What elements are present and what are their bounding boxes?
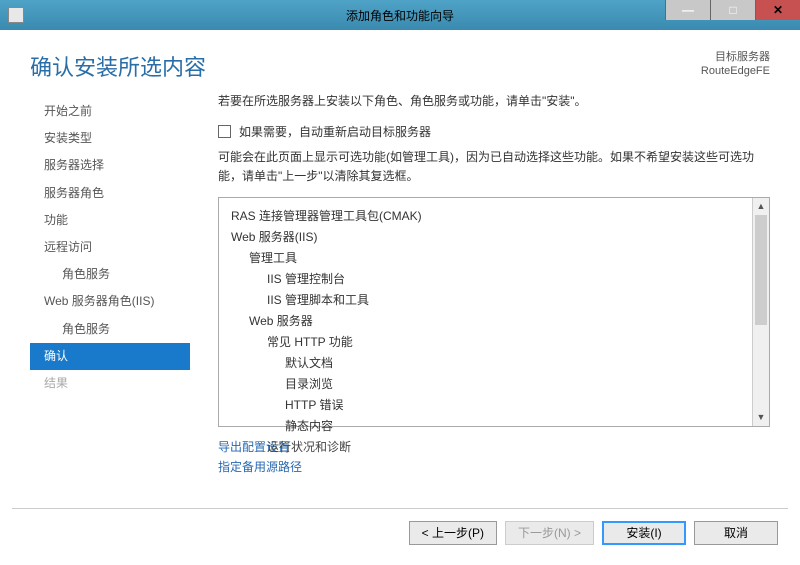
restart-checkbox[interactable] xyxy=(218,125,231,138)
feature-item: 默认文档 xyxy=(285,353,749,374)
sidebar-item[interactable]: 远程访问 xyxy=(30,234,190,261)
sidebar-item[interactable]: 确认 xyxy=(30,343,190,370)
window-title: 添加角色和功能向导 xyxy=(346,7,454,24)
server-name: RouteEdgeFE xyxy=(701,64,770,78)
scroll-up-icon[interactable]: ▲ xyxy=(753,198,769,215)
footer: < 上一步(P) 下一步(N) > 安装(I) 取消 xyxy=(12,508,788,556)
feature-item: 运行状况和诊断 xyxy=(267,437,749,458)
next-button: 下一步(N) > xyxy=(505,521,594,545)
sidebar-item[interactable]: 服务器选择 xyxy=(30,152,190,179)
window-controls: — □ ✕ xyxy=(665,0,800,30)
sidebar: 开始之前安装类型服务器选择服务器角色功能远程访问角色服务Web 服务器角色(II… xyxy=(30,92,190,502)
restart-checkbox-row[interactable]: 如果需要，自动重新启动目标服务器 xyxy=(218,123,770,140)
main-area: 开始之前安装类型服务器选择服务器角色功能远程访问角色服务Web 服务器角色(II… xyxy=(0,92,800,502)
feature-list: RAS 连接管理器管理工具包(CMAK)Web 服务器(IIS)管理工具IIS … xyxy=(219,198,769,466)
sidebar-item[interactable]: 服务器角色 xyxy=(30,180,190,207)
scroll-thumb[interactable] xyxy=(755,215,767,325)
header: 确认安装所选内容 目标服务器 RouteEdgeFE xyxy=(0,30,800,92)
scroll-track[interactable] xyxy=(753,215,769,409)
cancel-button[interactable]: 取消 xyxy=(694,521,778,545)
sidebar-item: 结果 xyxy=(30,370,190,397)
server-label: 目标服务器 xyxy=(701,50,770,64)
feature-item: 静态内容 xyxy=(285,416,749,437)
sidebar-item[interactable]: 角色服务 xyxy=(30,316,190,343)
feature-list-box: RAS 连接管理器管理工具包(CMAK)Web 服务器(IIS)管理工具IIS … xyxy=(218,197,770,427)
sidebar-item[interactable]: 开始之前 xyxy=(30,98,190,125)
server-info: 目标服务器 RouteEdgeFE xyxy=(701,50,770,79)
app-icon xyxy=(8,7,24,23)
content: 若要在所选服务器上安装以下角色、角色服务或功能，请单击"安装"。 如果需要，自动… xyxy=(190,92,790,502)
feature-item: HTTP 错误 xyxy=(285,395,749,416)
restart-checkbox-label: 如果需要，自动重新启动目标服务器 xyxy=(239,123,431,140)
sidebar-item[interactable]: 功能 xyxy=(30,207,190,234)
minimize-button[interactable]: — xyxy=(665,0,710,20)
prev-button[interactable]: < 上一步(P) xyxy=(409,521,497,545)
page-title: 确认安装所选内容 xyxy=(30,50,206,82)
feature-item: Web 服务器(IIS) xyxy=(231,227,749,248)
sidebar-item[interactable]: 安装类型 xyxy=(30,125,190,152)
feature-item: 常见 HTTP 功能 xyxy=(267,332,749,353)
install-button[interactable]: 安装(I) xyxy=(602,521,686,545)
feature-item: 目录浏览 xyxy=(285,374,749,395)
scroll-down-icon[interactable]: ▼ xyxy=(753,409,769,426)
instruction-1: 若要在所选服务器上安装以下角色、角色服务或功能，请单击"安装"。 xyxy=(218,92,770,111)
scrollbar[interactable]: ▲ ▼ xyxy=(752,198,769,426)
feature-item: IIS 管理脚本和工具 xyxy=(267,290,749,311)
sidebar-item[interactable]: 角色服务 xyxy=(30,261,190,288)
feature-item: IIS 管理控制台 xyxy=(267,269,749,290)
feature-item: 管理工具 xyxy=(249,248,749,269)
close-button[interactable]: ✕ xyxy=(755,0,800,20)
instruction-2: 可能会在此页面上显示可选功能(如管理工具)，因为已自动选择这些功能。如果不希望安… xyxy=(218,148,770,186)
maximize-button[interactable]: □ xyxy=(710,0,755,20)
feature-item: RAS 连接管理器管理工具包(CMAK) xyxy=(231,206,749,227)
sidebar-item[interactable]: Web 服务器角色(IIS) xyxy=(30,288,190,315)
feature-item: Web 服务器 xyxy=(249,311,749,332)
titlebar: 添加角色和功能向导 — □ ✕ xyxy=(0,0,800,30)
